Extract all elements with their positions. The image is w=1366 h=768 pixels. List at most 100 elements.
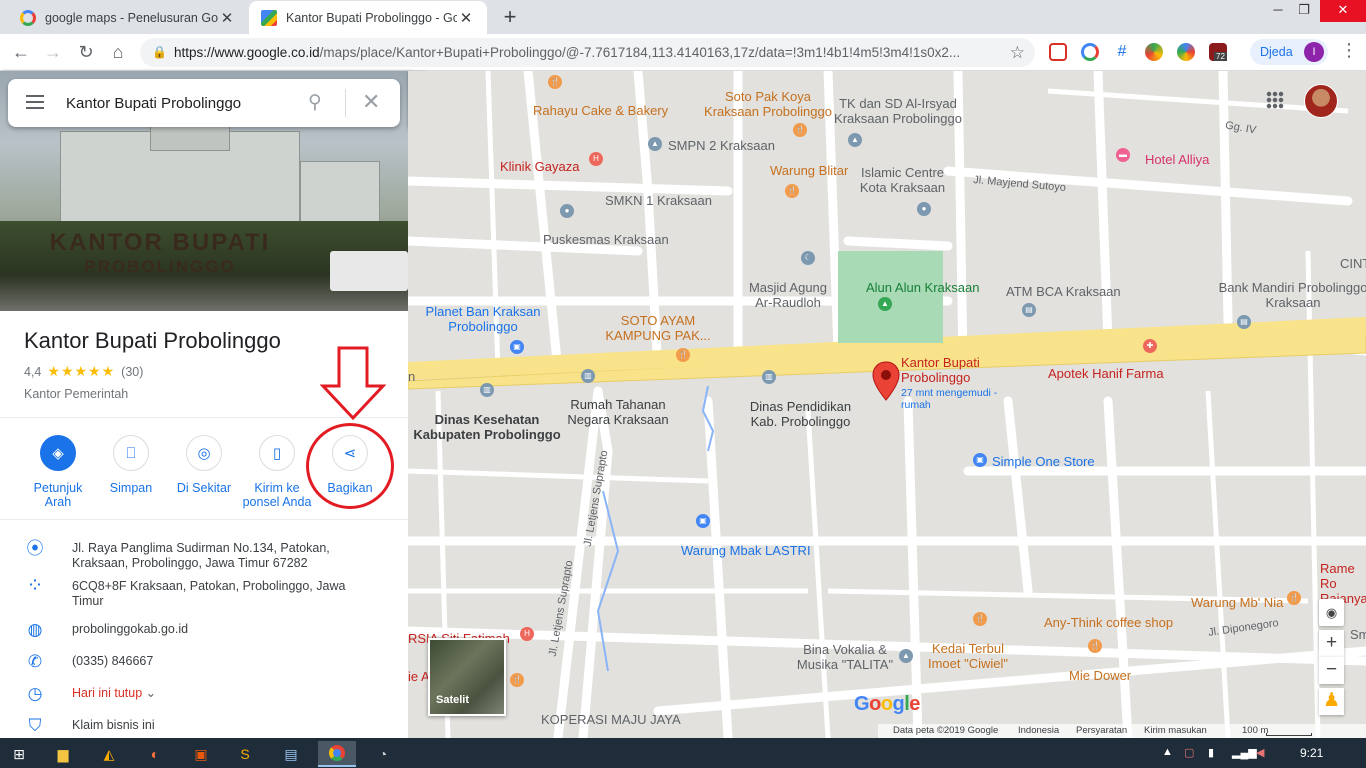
government-pin-icon[interactable]: ▥	[581, 369, 595, 383]
school-pin-icon[interactable]: ▲	[648, 137, 662, 151]
zoom-out-button[interactable]: −	[1319, 657, 1344, 684]
map-label[interactable]: KOPERASI MAJU JAYA	[541, 712, 681, 727]
hospital-pin-icon[interactable]: H	[520, 627, 534, 641]
map-canvas[interactable]: Rahayu Cake & Bakery Soto Pak Koya Kraks…	[408, 71, 1366, 738]
restaurant-pin-icon[interactable]: 🍴	[510, 673, 524, 687]
apps-grid-icon[interactable]	[1266, 91, 1284, 109]
government-pin-icon[interactable]: ▥	[762, 370, 776, 384]
map-label[interactable]: Mie Dower	[1069, 668, 1131, 683]
government-pin-icon[interactable]: ▥	[480, 383, 494, 397]
back-button[interactable]: ←	[8, 40, 34, 64]
maximize-button[interactable]: ❐	[1284, 0, 1324, 22]
close-window-button[interactable]: ✕	[1320, 0, 1366, 22]
search-icon[interactable]: ⚲	[308, 91, 322, 114]
shop-pin-icon[interactable]: ▣	[696, 514, 710, 528]
map-label[interactable]: Apotek Hanif Farma	[1048, 366, 1164, 381]
google-extension-icon[interactable]	[1081, 43, 1099, 61]
firefox-icon[interactable]: ◐	[136, 741, 174, 767]
map-label[interactable]: Warung Mbak LASTRI	[681, 543, 811, 558]
map-label[interactable]: Kantor Bupati Probolinggo	[901, 355, 1001, 385]
clock[interactable]: 9:21	[1300, 746, 1323, 760]
map-label[interactable]: Masjid Agung Ar-Raudloh	[743, 280, 833, 310]
volume-muted-icon[interactable]: ◀	[1256, 746, 1264, 759]
app-icon[interactable]: ◔	[364, 741, 402, 767]
tab-google-maps[interactable]: Kantor Bupati Probolinggo - Goo ✕	[249, 1, 487, 34]
shop-pin-icon[interactable]: ▣	[510, 340, 524, 354]
terms-link[interactable]: Persyaratan	[1076, 724, 1127, 738]
avatar[interactable]	[1304, 84, 1338, 118]
nearby-button[interactable]: ◎ Di Sekitar	[164, 435, 244, 495]
school-pin-icon[interactable]: ▲	[848, 133, 862, 147]
address-bar[interactable]: 🔒 https://www.google.co.id/maps/place/Ka…	[140, 38, 1035, 67]
map-label[interactable]: Soto Pak Koya Kraksaan Probolinggo	[698, 89, 838, 119]
map-label[interactable]: Puskesmas Kraksaan	[543, 232, 669, 247]
map-label[interactable]: Bank Mandiri Probolinggo Kraksaan	[1218, 280, 1366, 310]
bookmark-star-icon[interactable]: ☆	[1010, 38, 1025, 67]
close-icon[interactable]: ✕	[362, 89, 380, 115]
place-pin-icon[interactable]: ●	[917, 202, 931, 216]
windows-start-icon[interactable]: ⊞	[0, 741, 38, 767]
map-label[interactable]: Warung Blitar	[770, 163, 848, 178]
extension-icon[interactable]	[1049, 43, 1067, 61]
attribution-region[interactable]: Indonesia	[1018, 724, 1059, 738]
battery-icon[interactable]: ▮	[1208, 746, 1214, 759]
map-label[interactable]: Any-Think coffee shop	[1044, 615, 1173, 630]
restaurant-pin-icon[interactable]: 🍴	[1088, 639, 1102, 653]
home-button[interactable]: ⌂	[105, 40, 131, 64]
pegman-icon[interactable]: ♟	[1319, 688, 1344, 715]
signal-icon[interactable]: ▂▄▆	[1232, 746, 1257, 759]
send-to-phone-button[interactable]: ▯ Kirim ke ponsel Anda	[237, 435, 317, 509]
place-pin-icon[interactable]: ●	[560, 204, 574, 218]
map-label[interactable]: SMKN 1 Kraksaan	[605, 193, 712, 208]
satellite-toggle[interactable]: Satelit	[428, 638, 506, 716]
map-label[interactable]: Planet Ban Kraksan Probolinggo	[418, 304, 548, 334]
menu-icon[interactable]	[26, 95, 44, 97]
map-label[interactable]: Rumah Tahanan Negara Kraksaan	[563, 397, 673, 427]
map-label[interactable]: Dinas Kesehatan Kabupaten Probolinggo	[413, 412, 561, 442]
map-label[interactable]: Simple One Store	[992, 454, 1095, 469]
close-tab-icon[interactable]: ✕	[218, 9, 236, 27]
reload-button[interactable]: ↻	[73, 40, 99, 64]
chevron-down-icon[interactable]: ⌄	[146, 686, 156, 700]
school-pin-icon[interactable]: ▲	[899, 649, 913, 663]
selected-place-marker-icon[interactable]	[872, 361, 900, 401]
park-pin-icon[interactable]: ▲	[878, 297, 892, 311]
map-label[interactable]: ie A	[408, 669, 430, 684]
more-menu-icon[interactable]: ⋮	[1340, 40, 1358, 61]
sublime-icon[interactable]: S	[226, 741, 264, 767]
profile-button[interactable]: Djeda I	[1250, 39, 1328, 65]
new-tab-button[interactable]: +	[498, 4, 522, 30]
map-label[interactable]: Islamic Centre Kota Kraksaan	[855, 165, 950, 195]
tab-google-search[interactable]: google maps - Penelusuran Goo ✕	[8, 1, 248, 34]
app-icon[interactable]: ◭	[90, 741, 128, 767]
hotel-pin-icon[interactable]: ▬	[1116, 148, 1130, 162]
badge-extension-icon[interactable]: 72	[1209, 43, 1227, 61]
pharmacy-pin-icon[interactable]: ✚	[1143, 339, 1157, 353]
close-tab-icon[interactable]: ✕	[457, 9, 475, 27]
bank-pin-icon[interactable]: ▤	[1237, 315, 1251, 329]
chrome-icon[interactable]	[318, 741, 356, 767]
map-label[interactable]: Klinik Gayaza	[500, 159, 579, 174]
map-label[interactable]: Sm	[1350, 627, 1366, 642]
restaurant-pin-icon[interactable]: 🍴	[1287, 591, 1301, 605]
mosque-pin-icon[interactable]: ☾	[801, 251, 815, 265]
shop-pin-icon[interactable]: ▣	[973, 453, 987, 467]
file-explorer-icon[interactable]: ▆	[44, 741, 82, 767]
grid-extension-icon[interactable]: #	[1113, 43, 1131, 61]
review-count[interactable]: (30)	[121, 365, 143, 379]
map-label[interactable]: Hotel Alliya	[1145, 152, 1209, 167]
color-extension-icon[interactable]	[1145, 43, 1163, 61]
search-input[interactable]	[66, 89, 296, 117]
zoom-in-button[interactable]: +	[1319, 630, 1344, 657]
map-label[interactable]: Warung Mb' Nia	[1191, 595, 1283, 610]
restaurant-pin-icon[interactable]: 🍴	[785, 184, 799, 198]
feedback-link[interactable]: Kirim masukan	[1144, 724, 1207, 738]
map-label[interactable]: SMPN 2 Kraksaan	[668, 138, 775, 153]
map-label[interactable]: Bina Vokalia & Musika "TALITA"	[785, 642, 905, 672]
save-button[interactable]: ⎕ Simpan	[91, 435, 171, 495]
place-category[interactable]: Kantor Pemerintah	[24, 387, 128, 401]
app-icon[interactable]: ▣	[182, 741, 220, 767]
atm-pin-icon[interactable]: ▤	[1022, 303, 1036, 317]
map-label[interactable]: SOTO AYAM KAMPUNG PAK...	[598, 313, 718, 343]
my-location-button[interactable]: ◉	[1319, 599, 1344, 626]
